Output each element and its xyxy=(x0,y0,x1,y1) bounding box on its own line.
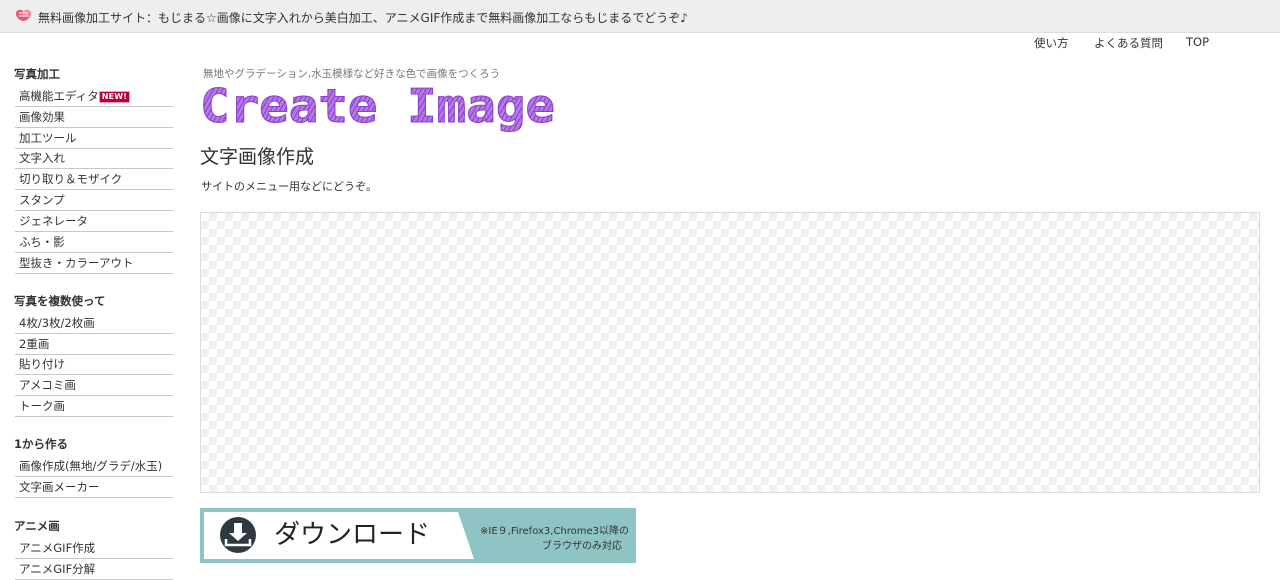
download-label: ダウンロード xyxy=(274,520,430,550)
site-logo-icon[interactable] xyxy=(15,9,32,24)
nav-how-to-link[interactable]: 使い方 xyxy=(1034,36,1069,50)
sidebar-item-editor[interactable]: 高機能エディタ NEW! xyxy=(15,86,173,107)
sidebar-item-text[interactable]: 文字入れ xyxy=(15,148,173,169)
sidebar-item-text-image-maker[interactable]: 文字画メーカー xyxy=(15,477,173,498)
sidebar-item-double-exposure[interactable]: 2重画 xyxy=(15,334,173,355)
download-button[interactable]: ダウンロード ※IE９,Firefox3,Chrome3以降の ブラウザのみ対応 xyxy=(200,508,636,563)
page-subtitle: 無地やグラデーション,水玉模様など好きな色で画像をつくろう xyxy=(203,68,501,80)
image-preview-canvas[interactable] xyxy=(200,212,1260,493)
nav-how-to[interactable]: 使い方 xyxy=(1034,35,1069,51)
sidebar-section-title: 写真加工 xyxy=(14,67,60,81)
site-header: 無料画像加工サイト：もじまる☆画像に文字入れから美白加工、アニメGIF作成まで無… xyxy=(0,0,1280,33)
sidebar-item-anime-gif-create[interactable]: アニメGIF作成 xyxy=(15,538,173,559)
sidebar-item-multi-panel[interactable]: 4枚/3枚/2枚画 xyxy=(15,313,173,334)
site-tagline: 無料画像加工サイト：もじまる☆画像に文字入れから美白加工、アニメGIF作成まで無… xyxy=(38,11,688,25)
sidebar-item-crop-mosaic[interactable]: 切り取り＆モザイク xyxy=(15,169,173,190)
sidebar-item-comic[interactable]: アメコミ画 xyxy=(15,375,173,396)
sidebar-section-title: 写真を複数使って xyxy=(14,294,106,308)
nav-faq-link[interactable]: よくある質問 xyxy=(1094,36,1163,50)
download-note-line2: ブラウザのみ対応 xyxy=(542,539,622,552)
download-icon xyxy=(220,517,256,553)
new-badge: NEW! xyxy=(98,91,131,103)
sidebar-section-title: アニメ画 xyxy=(14,519,60,533)
sidebar-item-generator[interactable]: ジェネレータ xyxy=(15,211,173,232)
create-image-logo: Create Image xyxy=(200,80,556,132)
sidebar-item-label: 高機能エディタ xyxy=(19,89,99,103)
page-title: 文字画像作成 xyxy=(200,146,315,168)
sidebar-item-create-image[interactable]: 画像作成(無地/グラデ/水玉) xyxy=(15,456,173,477)
logo-text: Create Image xyxy=(200,80,555,132)
sidebar-item-border-shadow[interactable]: ふち・影 xyxy=(15,232,173,253)
sidebar-item-talk[interactable]: トーク画 xyxy=(15,396,173,417)
sidebar-item-effects[interactable]: 画像効果 xyxy=(15,107,173,128)
sidebar-item-cutout[interactable]: 型抜き・カラーアウト xyxy=(15,253,173,274)
page-description: サイトのメニュー用などにどうぞ。 xyxy=(201,180,377,193)
sidebar-item-stamp[interactable]: スタンプ xyxy=(15,190,173,211)
sidebar-item-paste[interactable]: 貼り付け xyxy=(15,354,173,375)
sidebar-section-title: 1から作る xyxy=(14,437,69,451)
nav-top-link[interactable]: TOP xyxy=(1186,35,1209,49)
sidebar-item-tools[interactable]: 加工ツール xyxy=(15,128,173,149)
nav-faq[interactable]: よくある質問 xyxy=(1094,35,1163,51)
nav-top[interactable]: TOP xyxy=(1186,35,1209,51)
download-note-line1: ※IE９,Firefox3,Chrome3以降の xyxy=(480,524,629,537)
